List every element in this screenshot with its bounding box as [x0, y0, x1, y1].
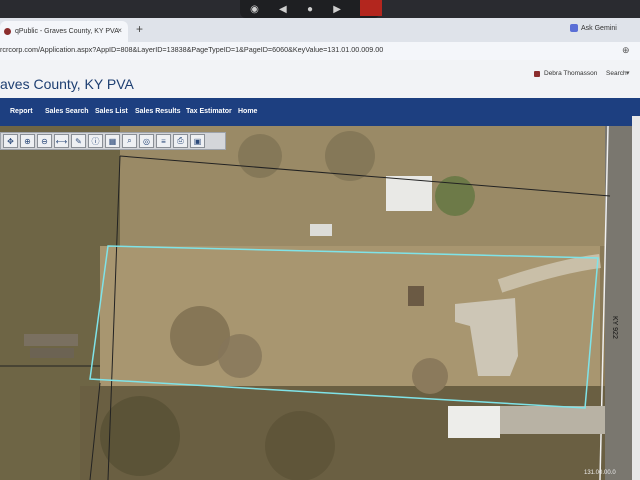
tab-bar: qPublic - Graves County, KY PVA × + Ask … [0, 18, 640, 42]
tab-title: qPublic - Graves County, KY PVA [15, 28, 119, 35]
draw-icon[interactable]: ✎ [71, 134, 86, 148]
measure-icon[interactable]: ⟷ [54, 134, 69, 148]
gemini-icon [570, 24, 578, 32]
save-icon[interactable]: ▣ [190, 134, 205, 148]
site-header: aves County, KY PVA Debra Thomasson Sear… [0, 60, 640, 98]
camera-overlay: ◉ ◀ ● ▶ ◉ [240, 0, 380, 18]
nav-sales-list[interactable]: Sales List [95, 108, 128, 115]
nav-sales-search[interactable]: Sales Search [45, 108, 89, 115]
arrow-right-icon: ▶ [333, 3, 341, 15]
address-bar[interactable]: rcrcorp.com/Application.aspx?AppID=808&L… [0, 42, 640, 60]
select-icon[interactable]: ▦ [105, 134, 120, 148]
user-icon [534, 70, 540, 77]
dial-icon: ● [306, 3, 313, 15]
identify-icon[interactable]: ⓘ [88, 134, 103, 148]
zoom-out-icon[interactable]: ⊖ [37, 134, 52, 148]
page-title: aves County, KY PVA [0, 76, 134, 92]
right-panel-edge [632, 116, 640, 480]
zoom-in-icon[interactable]: ⊕ [20, 134, 35, 148]
new-tab-button[interactable]: + [136, 22, 143, 36]
nav-home[interactable]: Home [238, 108, 257, 115]
pan-icon[interactable]: ✥ [3, 134, 18, 148]
header-search-link[interactable]: Search [606, 70, 627, 77]
aerial-imagery [0, 126, 640, 480]
user-menu[interactable]: Debra Thomasson [534, 70, 597, 77]
map-toolbar: ✥ ⊕ ⊖ ⟷ ✎ ⓘ ▦ ⌕ ◎ ≡ ⎙ ▣ [0, 132, 226, 150]
print-icon[interactable]: ⎙ [173, 134, 188, 148]
nav-tax-estimator[interactable]: Tax Estimator [186, 108, 232, 115]
nav-sales-results[interactable]: Sales Results [135, 108, 181, 115]
road-label: KY 922 [611, 316, 618, 339]
parcel-number-label: 131.00.00.0 [584, 470, 616, 476]
main-nav: Report Sales Search Sales List Sales Res… [0, 98, 640, 126]
camera-icon: ◉ [250, 3, 259, 15]
buffer-icon[interactable]: ◎ [139, 134, 154, 148]
screen: ◉ ◀ ● ▶ ◉ qPublic - Graves County, KY PV… [0, 0, 640, 480]
aerial-map[interactable] [0, 126, 640, 480]
ask-gemini-button[interactable]: Ask Gemini [570, 24, 617, 32]
browser-tab[interactable]: qPublic - Graves County, KY PVA × [0, 21, 128, 42]
layers-icon[interactable]: ≡ [156, 134, 171, 148]
extension-icon[interactable]: ⊕ [622, 45, 630, 56]
site-favicon-icon [4, 28, 11, 35]
nav-report[interactable]: Report [10, 108, 33, 115]
user-name: Debra Thomasson [544, 70, 598, 77]
url-text[interactable]: rcrcorp.com/Application.aspx?AppID=808&L… [0, 45, 383, 54]
info-icon[interactable]: ⌕ [122, 134, 137, 148]
tab-close-button[interactable]: × [117, 26, 122, 35]
chevron-down-icon[interactable]: ▾ [626, 69, 630, 77]
arrow-left-icon: ◀ [279, 3, 287, 15]
gemini-label: Ask Gemini [581, 24, 617, 32]
record-badge [360, 0, 382, 16]
